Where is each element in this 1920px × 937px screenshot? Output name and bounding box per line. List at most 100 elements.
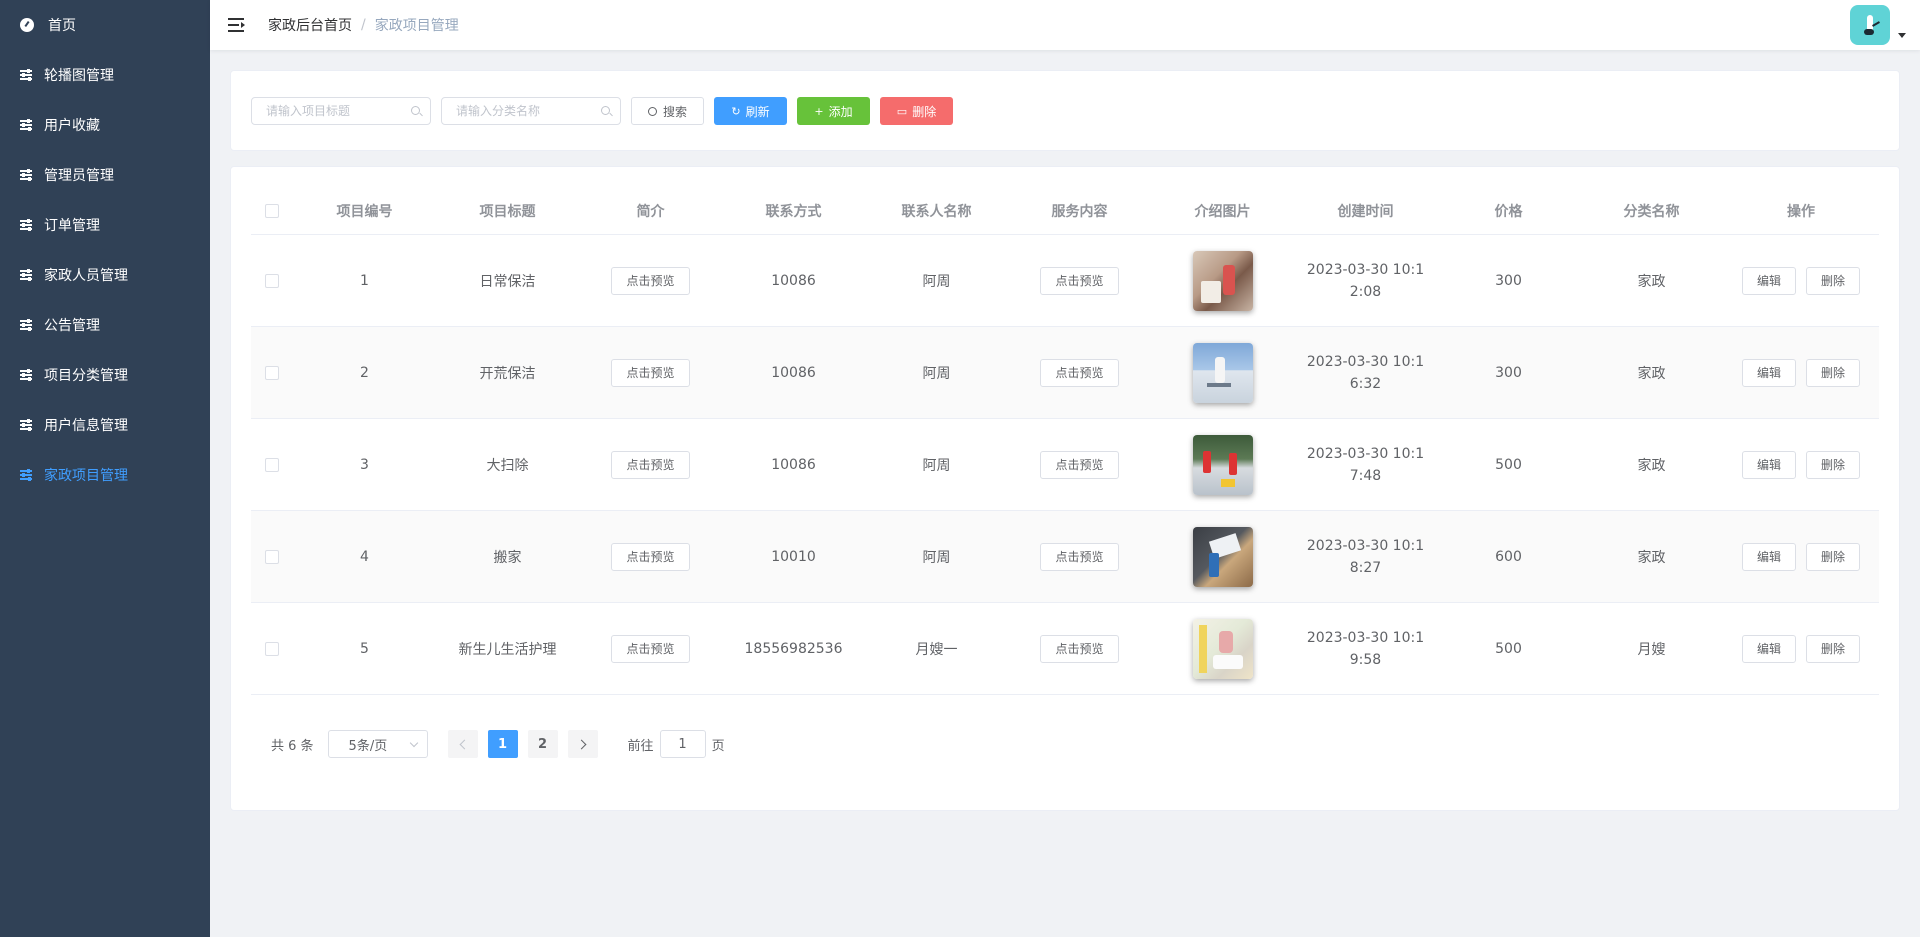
refresh-button[interactable]: ↻ 刷新	[714, 97, 787, 125]
batch-delete-button-label: 删除	[912, 104, 937, 119]
edit-button[interactable]: 编辑	[1741, 542, 1796, 571]
batch-delete-button[interactable]: ▭ 删除	[880, 97, 953, 125]
edit-button[interactable]: 编辑	[1741, 634, 1796, 663]
select-all-checkbox[interactable]	[265, 203, 279, 218]
edit-button[interactable]: 编辑	[1741, 266, 1796, 295]
delete-button[interactable]: 删除	[1806, 266, 1861, 295]
table-row: 1 日常保洁 点击预览 10086 阿周 点击预览 2023-03-30 10:…	[251, 235, 1879, 327]
cell-title: 开荒保洁	[479, 365, 536, 382]
content-preview-button[interactable]: 点击预览	[1040, 266, 1119, 295]
sidebar-item-label: 家政项目管理	[44, 468, 128, 484]
cell-contact: 10086	[771, 456, 816, 473]
sidebar-item-categories[interactable]: 项目分类管理	[0, 350, 210, 400]
search-icon	[647, 106, 657, 116]
cell-created: 2023-03-30 10:17:48	[1306, 445, 1425, 484]
sidebar-item-notices[interactable]: 公告管理	[0, 300, 210, 350]
cell-id: 4	[360, 548, 369, 565]
row-checkbox[interactable]	[265, 549, 279, 564]
delete-button[interactable]: 删除	[1806, 634, 1861, 663]
column-header: 联系人名称	[901, 203, 972, 220]
delete-button[interactable]: 删除	[1806, 542, 1861, 571]
row-checkbox[interactable]	[265, 365, 279, 380]
next-page-button[interactable]	[567, 730, 598, 758]
sidebar-item-staff[interactable]: 家政人员管理	[0, 250, 210, 300]
column-header: 项目编号	[336, 203, 393, 220]
content-preview-button[interactable]: 点击预览	[1040, 634, 1119, 663]
sidebar-item-home[interactable]: 首页	[0, 0, 210, 50]
add-button[interactable]: + 添加	[797, 97, 870, 125]
sliders-icon	[20, 318, 34, 332]
goto-page-input[interactable]: 1	[659, 730, 706, 758]
page-button-2[interactable]: 2	[527, 730, 558, 758]
sidebar-item-users[interactable]: 用户信息管理	[0, 400, 210, 450]
column-header: 创建时间	[1337, 203, 1394, 220]
sliders-icon	[20, 118, 34, 132]
page-size-select[interactable]: 5条/页	[327, 730, 428, 758]
prev-page-button[interactable]	[447, 730, 478, 758]
column-header: 服务内容	[1051, 203, 1108, 220]
edit-button[interactable]: 编辑	[1741, 358, 1796, 387]
pagination: 共 6 条 5条/页 1 2 前往 1 页	[271, 730, 725, 758]
page-suffix: 页	[711, 738, 725, 754]
sidebar-item-label: 管理员管理	[44, 168, 114, 184]
cell-contact: 10086	[771, 272, 816, 289]
page-size-value: 5条/页	[348, 738, 388, 754]
page-jumper: 前往 1 页	[628, 730, 725, 758]
sidebar-item-favorites[interactable]: 用户收藏	[0, 100, 210, 150]
pagination-total: 共 6 条	[271, 738, 314, 754]
cell-id: 3	[360, 456, 369, 473]
cell-contact: 10086	[771, 364, 816, 381]
intro-preview-button[interactable]: 点击预览	[611, 358, 690, 387]
column-header: 操作	[1787, 203, 1815, 220]
intro-preview-button[interactable]: 点击预览	[611, 266, 690, 295]
column-header: 介绍图片	[1194, 203, 1251, 220]
content-preview-button[interactable]: 点击预览	[1040, 358, 1119, 387]
add-button-label: 添加	[828, 104, 853, 119]
breadcrumb: 家政后台首页 / 家政项目管理	[268, 15, 459, 35]
intro-preview-button[interactable]: 点击预览	[611, 634, 690, 663]
category-search-input[interactable]: 请输入分类名称	[441, 97, 621, 125]
intro-image[interactable]	[1192, 250, 1253, 311]
sliders-icon	[20, 468, 34, 482]
row-checkbox[interactable]	[265, 273, 279, 288]
project-table: 项目编号 项目标题 简介 联系方式 联系人名称 服务内容 介绍图片 创建时间 价…	[251, 187, 1879, 695]
menu-toggle-icon[interactable]	[228, 17, 246, 33]
sidebar-item-label: 公告管理	[44, 318, 100, 334]
sidebar-item-label: 家政人员管理	[44, 268, 128, 284]
cell-title: 大扫除	[486, 457, 529, 474]
chevron-left-icon	[459, 739, 469, 749]
delete-button[interactable]: 删除	[1806, 358, 1861, 387]
breadcrumb-home[interactable]: 家政后台首页	[268, 15, 352, 35]
row-checkbox[interactable]	[265, 641, 279, 656]
sliders-icon	[20, 368, 34, 382]
edit-button[interactable]: 编辑	[1741, 450, 1796, 479]
title-search-input[interactable]: 请输入项目标题	[251, 97, 431, 125]
intro-image[interactable]	[1192, 526, 1253, 587]
search-bar: 请输入项目标题 请输入分类名称 搜索 ↻ 刷新 + 添加 ▭ 删除	[230, 70, 1900, 151]
cell-id: 5	[360, 640, 369, 657]
column-header: 项目标题	[479, 203, 536, 220]
intro-preview-button[interactable]: 点击预览	[611, 542, 690, 571]
sidebar-item-label: 项目分类管理	[44, 368, 128, 384]
avatar[interactable]	[1850, 5, 1890, 45]
intro-preview-button[interactable]: 点击预览	[611, 450, 690, 479]
intro-image[interactable]	[1192, 342, 1253, 403]
search-button[interactable]: 搜索	[631, 97, 704, 125]
sidebar-item-carousel[interactable]: 轮播图管理	[0, 50, 210, 100]
category-search-placeholder: 请输入分类名称	[456, 104, 541, 118]
page-button-1[interactable]: 1	[487, 730, 518, 758]
content-preview-button[interactable]: 点击预览	[1040, 450, 1119, 479]
sidebar-item-orders[interactable]: 订单管理	[0, 200, 210, 250]
sidebar-item-projects[interactable]: 家政项目管理	[0, 450, 210, 500]
sidebar-item-label: 首页	[48, 18, 76, 34]
sidebar-item-admins[interactable]: 管理员管理	[0, 150, 210, 200]
intro-image[interactable]	[1192, 434, 1253, 495]
sidebar-item-label: 轮播图管理	[44, 68, 114, 84]
row-checkbox[interactable]	[265, 457, 279, 472]
content-preview-button[interactable]: 点击预览	[1040, 542, 1119, 571]
cell-title: 搬家	[493, 549, 522, 566]
intro-image[interactable]	[1192, 618, 1253, 679]
column-header: 联系方式	[765, 203, 822, 220]
delete-button[interactable]: 删除	[1806, 450, 1861, 479]
caret-down-icon[interactable]	[1898, 33, 1906, 38]
